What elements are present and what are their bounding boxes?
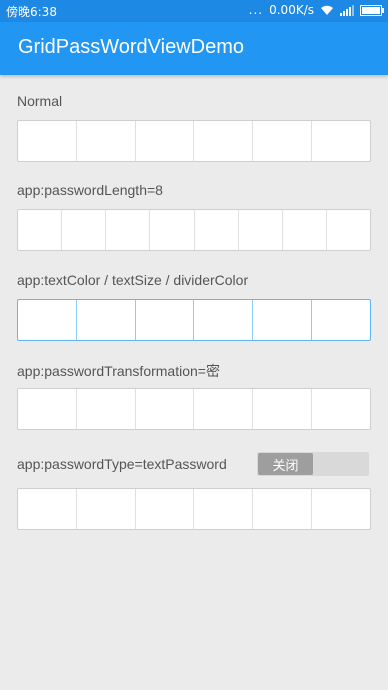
signal-icon [340, 4, 354, 16]
section-label-normal: Normal [17, 93, 63, 109]
status-time: 傍晚6:38 [6, 5, 57, 19]
password-cell [253, 121, 313, 161]
app-title: GridPassWordViewDemo [18, 36, 245, 58]
password-cell [77, 389, 136, 429]
password-grid-type[interactable] [17, 488, 371, 530]
password-grid-normal[interactable] [17, 120, 371, 162]
password-cell [150, 210, 195, 250]
password-cell [312, 300, 370, 340]
password-cell [18, 389, 77, 429]
password-cell [194, 300, 254, 340]
password-cell [77, 121, 136, 161]
password-grid-length-8[interactable] [17, 209, 371, 251]
password-cell [239, 210, 283, 250]
status-bar: 傍晚6:38 ... 0.00K/s [0, 0, 388, 22]
section-label-password-type: app:passwordType=textPassword [17, 456, 227, 472]
password-cell [18, 210, 63, 250]
status-icons: ... 0.00K/s [248, 3, 384, 17]
password-cell [136, 389, 195, 429]
password-grid-transformation[interactable] [17, 388, 371, 430]
password-cell [136, 489, 195, 529]
password-cell [253, 489, 313, 529]
password-cell [312, 489, 370, 529]
password-cell [194, 489, 254, 529]
password-cell [312, 389, 370, 429]
section-label-text-color: app:textColor / textSize / dividerColor [17, 272, 249, 288]
section-label-password-transformation: app:passwordTransformation=密 [17, 363, 220, 379]
password-cell [283, 210, 327, 250]
password-grid-styled[interactable] [17, 299, 371, 341]
password-cell [18, 300, 77, 340]
wifi-icon [320, 5, 334, 16]
password-cell [18, 489, 77, 529]
password-cell [327, 210, 370, 250]
password-visibility-toggle[interactable]: 关闭 [257, 452, 369, 476]
app-bar: GridPassWordViewDemo [0, 22, 388, 75]
password-cell [253, 300, 313, 340]
password-cell [312, 121, 370, 161]
password-cell [136, 121, 195, 161]
password-cell [106, 210, 151, 250]
password-cell [195, 210, 239, 250]
password-cell [194, 389, 254, 429]
toggle-knob: 关闭 [258, 453, 313, 475]
password-cell [77, 300, 136, 340]
password-cell [77, 489, 136, 529]
notification-dots: ... [248, 3, 264, 17]
network-speed: 0.00K/s [269, 3, 314, 17]
section-label-password-length: app:passwordLength=8 [17, 182, 163, 198]
password-cell [136, 300, 195, 340]
password-cell [194, 121, 254, 161]
password-cell [253, 389, 313, 429]
password-cell [62, 210, 107, 250]
password-cell [18, 121, 77, 161]
battery-icon [360, 4, 384, 16]
